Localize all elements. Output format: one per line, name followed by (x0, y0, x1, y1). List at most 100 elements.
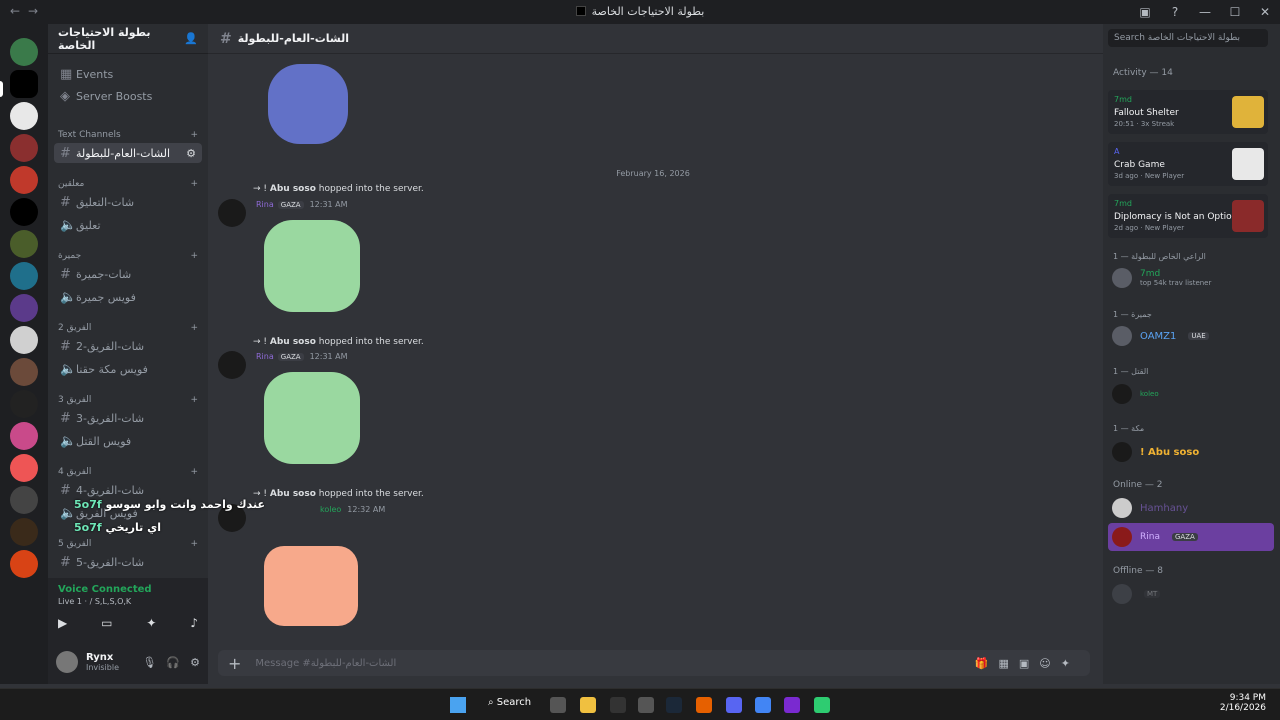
server-icon[interactable] (10, 422, 38, 450)
server-icon[interactable] (10, 230, 38, 258)
taskbar-app-icon[interactable] (784, 697, 800, 713)
help-icon[interactable]: ? (1160, 0, 1190, 24)
channel-item[interactable]: # شات-الفريق-2 (54, 336, 202, 356)
activity-card[interactable]: 7md Diplomacy is Not an Optio... 2d ago … (1108, 194, 1268, 238)
settings-icon[interactable]: ⚙ (190, 656, 200, 669)
taskbar-app-icon[interactable] (638, 697, 654, 713)
avatar (56, 651, 78, 673)
sticker-image (264, 372, 360, 464)
maximize-button[interactable]: ☐ (1220, 0, 1250, 24)
message-header: koleo 12:32 AM (320, 505, 386, 514)
server-icon[interactable] (10, 390, 38, 418)
server-icon[interactable] (10, 198, 38, 226)
activities-icon[interactable]: ✦ (146, 616, 156, 630)
member-item[interactable]: MT (1112, 584, 1161, 604)
chat-area: # الشات-العام-للبطولة February 16, 2026 … (208, 24, 1103, 684)
avatar[interactable] (218, 351, 246, 379)
server-icon[interactable] (10, 486, 38, 514)
video-icon[interactable]: ▶ (58, 616, 67, 630)
join-line: → ! Abu soso hopped into the server. (253, 489, 424, 499)
close-button[interactable]: ✕ (1250, 0, 1280, 24)
server-icon[interactable] (10, 518, 38, 546)
add-attachment-icon[interactable]: + (228, 654, 241, 673)
chrome-icon[interactable] (755, 697, 771, 713)
add-channel-icon[interactable]: + (190, 130, 198, 140)
taskbar-search[interactable]: ⌕ Search (488, 697, 531, 708)
taskbar-app-icon[interactable] (814, 697, 830, 713)
message-input[interactable]: Message #الشات-العام-للبطولة (255, 658, 396, 669)
channel-item[interactable]: # شات-الفريق-3 (54, 408, 202, 428)
server-icon[interactable] (10, 326, 38, 354)
activity-card[interactable]: A Crab Game 3d ago · New Player (1108, 142, 1268, 186)
voice-channel-item[interactable]: 🔈 فويس جميرة (54, 287, 202, 307)
settings-icon[interactable]: ⚙ (186, 147, 196, 160)
channel-item[interactable]: # شات-جميرة (54, 264, 202, 284)
start-icon[interactable] (450, 697, 466, 713)
voice-channel-item[interactable]: 🔈 فويس مكة حقنا (54, 359, 202, 379)
category[interactable]: الفريق 2 + (58, 323, 198, 333)
category-text-channels[interactable]: Text Channels + (58, 130, 198, 140)
server-icon[interactable] (10, 294, 38, 322)
taskbar-app-icon[interactable] (550, 697, 566, 713)
server-icon[interactable] (10, 102, 38, 130)
category[interactable]: معلقين + (58, 179, 198, 189)
channel-active[interactable]: # الشات-العام-للبطولة ⚙ (54, 143, 202, 163)
events-item[interactable]: ▦ Events (54, 64, 202, 84)
add-channel-icon[interactable]: + (190, 179, 198, 189)
member-item[interactable]: Hamhany (1112, 498, 1188, 518)
channel-item[interactable]: # شات-الفريق-4 (54, 480, 202, 500)
avatar[interactable] (218, 199, 246, 227)
category[interactable]: الفريق 3 + (58, 395, 198, 405)
add-channel-icon[interactable]: + (190, 395, 198, 405)
activity-card[interactable]: 7md Fallout Shelter 20:51 · 3x Streak (1108, 90, 1268, 134)
member-item[interactable]: 7md top 54k trav listener (1112, 268, 1211, 288)
inbox-icon[interactable]: ▣ (1130, 0, 1160, 24)
soundboard-icon[interactable]: ♪ (190, 616, 198, 630)
server-icon[interactable] (10, 262, 38, 290)
category[interactable]: الفريق 4 + (58, 467, 198, 477)
screenshare-icon[interactable]: ▭ (101, 616, 112, 630)
server-icon[interactable] (10, 134, 38, 162)
headphones-icon[interactable]: 🎧 (166, 656, 180, 669)
server-icon[interactable] (10, 454, 38, 482)
hash-icon: # (60, 194, 71, 210)
firefox-icon[interactable] (696, 697, 712, 713)
server-icon[interactable] (10, 38, 38, 66)
channel-item[interactable]: # شات-التعليق (54, 192, 202, 212)
voice-channel-item[interactable]: 🔈 فويس القتل (54, 431, 202, 451)
server-icon[interactable] (10, 550, 38, 578)
server-icon[interactable] (10, 70, 38, 98)
boost-icon: ◈ (60, 88, 70, 104)
file-explorer-icon[interactable] (580, 697, 596, 713)
steam-icon[interactable] (666, 697, 682, 713)
channel-item[interactable]: # شات-الفريق-5 (54, 552, 202, 572)
category[interactable]: جميرة + (58, 251, 198, 261)
composer-icons[interactable]: 🎁▦▣☺✦ (975, 657, 1080, 670)
add-channel-icon[interactable]: + (190, 251, 198, 261)
boosts-item[interactable]: ◈ Server Boosts (54, 86, 202, 106)
member-item[interactable]: OAMZ1 UAE (1112, 326, 1209, 346)
clock[interactable]: 9:34 PM 2/16/2026 (1220, 693, 1266, 713)
minimize-button[interactable]: — (1190, 0, 1220, 24)
category[interactable]: الفريق 5 + (58, 539, 198, 549)
member-item[interactable]: ! Abu soso (1112, 442, 1199, 462)
message-composer[interactable]: + Message #الشات-العام-للبطولة 🎁▦▣☺✦ (218, 650, 1090, 676)
discord-icon[interactable] (726, 697, 742, 713)
channel-title: الشات-العام-للبطولة (237, 32, 349, 45)
taskbar-app-icon[interactable] (610, 697, 626, 713)
voice-channel-item[interactable]: 🔈 تعليق (54, 215, 202, 235)
member-item[interactable]: Rina GAZA (1108, 523, 1274, 551)
sticker-image (264, 220, 360, 312)
add-channel-icon[interactable]: + (190, 323, 198, 333)
member-item[interactable]: koleo (1112, 384, 1159, 404)
guild-header[interactable]: بطولة الاحتياجات الخاصة 👤 (48, 24, 208, 54)
add-channel-icon[interactable]: + (190, 467, 198, 477)
mic-icon[interactable]: 🎙 (142, 656, 156, 669)
add-member-icon[interactable]: 👤 (184, 32, 198, 45)
server-icon[interactable] (10, 358, 38, 386)
search-input[interactable]: Search بطولة الاحتياجات الخاصة (1108, 29, 1268, 47)
guild-name: بطولة الاحتياجات الخاصة (58, 25, 151, 52)
user-panel[interactable]: Rynx Invisible 🎙 🎧 ⚙ (48, 640, 208, 684)
add-channel-icon[interactable]: + (190, 539, 198, 549)
server-icon[interactable] (10, 166, 38, 194)
